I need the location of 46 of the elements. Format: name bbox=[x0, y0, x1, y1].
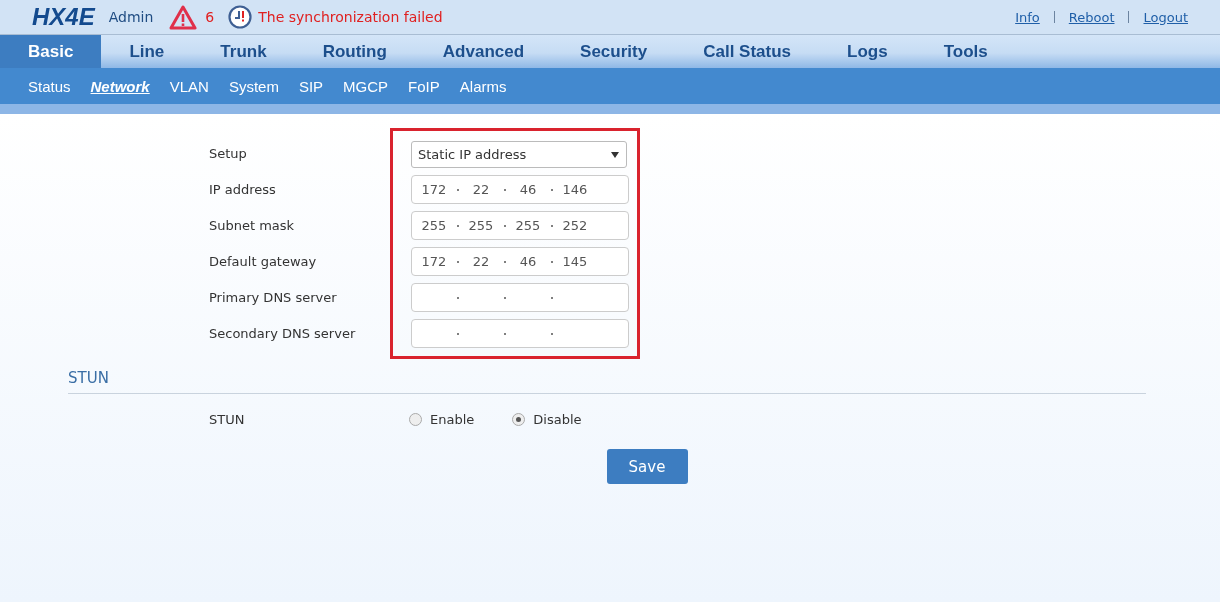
main-tab[interactable]: Security bbox=[552, 35, 676, 68]
sub-tab[interactable]: Status bbox=[28, 77, 71, 95]
field-label: Default gateway bbox=[209, 253, 318, 271]
main-tab[interactable]: Call Status bbox=[675, 35, 820, 68]
main-tab[interactable]: Basic bbox=[0, 35, 102, 68]
caret-icon bbox=[611, 151, 619, 158]
field-label: Secondary DNS server bbox=[209, 325, 357, 343]
field-label: STUN bbox=[208, 412, 246, 427]
main-tab[interactable]: Routing bbox=[294, 35, 415, 68]
section-heading: STUN bbox=[68, 369, 1146, 394]
sub-tab[interactable]: MGCP bbox=[343, 77, 389, 95]
clock-icon bbox=[228, 5, 253, 29]
field-label: Primary DNS server bbox=[209, 289, 338, 307]
main-tab[interactable]: Tools bbox=[915, 35, 1016, 68]
sub-tab[interactable]: VLAN bbox=[169, 77, 209, 95]
ip-address-field[interactable]: 172 22 46 146 bbox=[411, 175, 629, 204]
ip-address-field[interactable]: 172 22 46 145 bbox=[411, 247, 629, 276]
sub-tab[interactable]: Alarms bbox=[459, 77, 507, 95]
field-label: IP address bbox=[209, 181, 277, 199]
field-label: Subnet mask bbox=[209, 217, 296, 235]
sub-tab[interactable]: System bbox=[228, 77, 279, 95]
radio-option[interactable]: Disable bbox=[512, 412, 582, 427]
save-button[interactable]: Save bbox=[606, 449, 688, 484]
field-label: Setup bbox=[209, 145, 248, 163]
ip-address-field[interactable] bbox=[411, 283, 629, 312]
setup-select[interactable]: Static IP address bbox=[411, 141, 627, 168]
radio-option[interactable]: Enable bbox=[409, 412, 475, 427]
radio-icon[interactable] bbox=[409, 413, 422, 426]
main-tab[interactable]: Logs bbox=[819, 35, 916, 68]
sub-tab[interactable]: SIP bbox=[298, 77, 324, 95]
main-tab[interactable]: Advanced bbox=[414, 35, 553, 68]
sub-tab[interactable]: Network bbox=[90, 77, 150, 95]
alarm-count: 6 bbox=[205, 9, 215, 25]
header-link[interactable]: Logout bbox=[1143, 9, 1188, 25]
radio-icon[interactable] bbox=[512, 413, 526, 426]
ip-address-field[interactable]: 255 255 255 252 bbox=[411, 211, 629, 240]
sync-message: The synchronization failed bbox=[258, 9, 443, 25]
sub-tab[interactable]: FoIP bbox=[408, 77, 440, 95]
user-name: Admin bbox=[108, 9, 154, 25]
main-tab[interactable]: Trunk bbox=[192, 35, 295, 68]
logo: HX4E bbox=[32, 3, 95, 31]
main-tab[interactable]: Line bbox=[101, 35, 193, 68]
ip-address-field[interactable] bbox=[411, 319, 629, 348]
warning-icon bbox=[169, 4, 198, 30]
header-link[interactable]: Info bbox=[1015, 9, 1040, 25]
header-link[interactable]: Reboot bbox=[1068, 9, 1115, 25]
